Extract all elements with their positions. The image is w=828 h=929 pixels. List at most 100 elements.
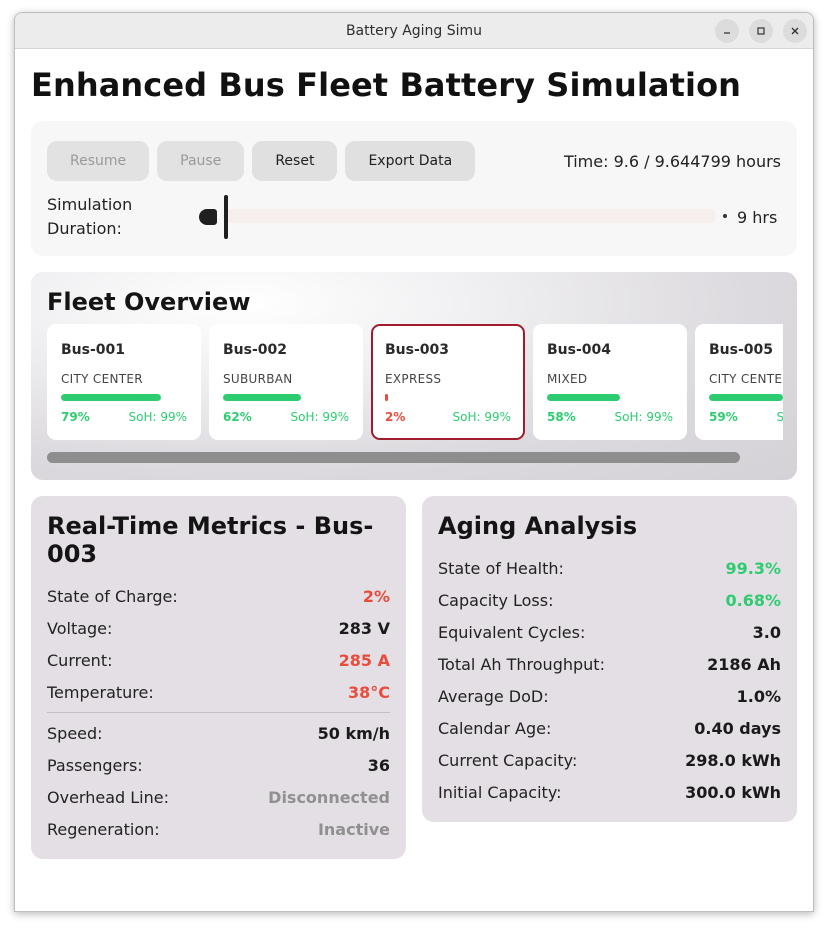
metric-label: Temperature: bbox=[47, 682, 154, 702]
metric-label: Total Ah Throughput: bbox=[438, 654, 605, 674]
metric-row: Passengers: 36 bbox=[47, 749, 390, 781]
duration-slider[interactable] bbox=[197, 195, 727, 239]
metric-value: 300.0 kWh bbox=[685, 782, 781, 802]
metric-value: Inactive bbox=[317, 819, 390, 839]
fleet-scrollbar[interactable] bbox=[47, 452, 740, 463]
metric-value: 2% bbox=[362, 586, 390, 606]
metric-value: 0.68% bbox=[725, 590, 781, 610]
metric-label: Current Capacity: bbox=[438, 750, 578, 770]
minimize-icon bbox=[724, 32, 730, 34]
real-time-metrics-panel: Real-Time Metrics - Bus-003 State of Cha… bbox=[31, 496, 406, 859]
aging-analysis-panel: Aging Analysis State of Health: 99.3% Capa… bbox=[422, 496, 797, 822]
bus-soc: 62% bbox=[223, 410, 252, 424]
bus-card[interactable]: Bus-001 CITY CENTER 79% SoH: 99% bbox=[47, 324, 201, 440]
export-data-button[interactable]: Export Data bbox=[345, 141, 476, 181]
metric-value: Disconnected bbox=[268, 787, 390, 807]
metric-value: 36 bbox=[367, 755, 390, 775]
metrics-divider bbox=[47, 712, 390, 713]
metric-value: 50 km/h bbox=[317, 723, 390, 743]
app-window: Battery Aging Simu Enhanced Bus Fleet Ba… bbox=[14, 12, 814, 912]
reset-button[interactable]: Reset bbox=[252, 141, 338, 181]
bus-route: CITY CENTER bbox=[61, 372, 143, 386]
metric-row: Calendar Age: 0.40 days bbox=[438, 712, 781, 744]
bus-soh: SoH: 99% bbox=[128, 410, 187, 424]
page-title: Enhanced Bus Fleet Battery Simulation bbox=[31, 66, 742, 104]
metric-row: Current: 285 A bbox=[47, 644, 390, 676]
bus-soc: 79% bbox=[61, 410, 90, 424]
resume-button[interactable]: Resume bbox=[47, 141, 150, 181]
bus-soc: 58% bbox=[547, 410, 576, 424]
bus-name: Bus-002 bbox=[223, 342, 288, 358]
aging-rows: State of Health: 99.3% Capacity Loss: 0.68%… bbox=[438, 552, 781, 808]
minimize-button[interactable] bbox=[715, 19, 739, 43]
slider-track[interactable] bbox=[225, 209, 715, 223]
bus-soc: 2% bbox=[385, 410, 406, 424]
bus-route: SUBURBAN bbox=[223, 372, 293, 386]
metric-row: State of Health: 99.3% bbox=[438, 552, 781, 584]
soc-bar-fill bbox=[547, 394, 621, 401]
bus-card[interactable]: Bus-004 MIXED 58% SoH: 99% bbox=[533, 324, 687, 440]
metric-value: 285 A bbox=[338, 650, 390, 670]
metric-value: 3.0 bbox=[752, 622, 781, 642]
metric-row: Voltage: 283 V bbox=[47, 612, 390, 644]
time-readout: Time: 9.6 / 9.644799 hours bbox=[563, 151, 781, 171]
bus-card-footer: 59% SoH: 99% bbox=[709, 410, 783, 424]
metric-label: Passengers: bbox=[47, 755, 143, 775]
maximize-icon bbox=[757, 27, 765, 35]
metric-row: Temperature: 38°C bbox=[47, 676, 390, 708]
soc-bar-fill bbox=[709, 394, 783, 401]
metric-value: 298.0 kWh bbox=[685, 750, 781, 770]
metric-row: Regeneration: Inactive bbox=[47, 813, 390, 845]
aging-title: Aging Analysis bbox=[438, 512, 638, 540]
bus-name: Bus-005 bbox=[709, 342, 774, 358]
metric-label: Average DoD: bbox=[438, 686, 549, 706]
soc-bar-fill bbox=[61, 394, 161, 401]
metric-value: 283 V bbox=[338, 618, 390, 638]
metric-row: Total Ah Throughput: 2186 Ah bbox=[438, 648, 781, 680]
fleet-overview: Fleet Overview Bus-001 CITY CENTER 79% SoH:… bbox=[31, 272, 797, 480]
metric-value: 38°C bbox=[347, 682, 390, 702]
metric-row: Capacity Loss: 0.68% bbox=[438, 584, 781, 616]
window-title: Battery Aging Simu bbox=[345, 22, 483, 39]
pause-button[interactable]: Pause bbox=[157, 141, 245, 181]
bus-card[interactable]: Bus-003 EXPRESS 2% SoH: 99% bbox=[371, 324, 525, 440]
metric-label: Current: bbox=[47, 650, 113, 670]
metric-row: State of Charge: 2% bbox=[47, 580, 390, 612]
fleet-title: Fleet Overview bbox=[47, 288, 251, 316]
soc-bar bbox=[61, 394, 187, 401]
metric-label: Overhead Line: bbox=[47, 787, 169, 807]
metric-label: Capacity Loss: bbox=[438, 590, 554, 610]
bus-soh: SoH: 99% bbox=[452, 410, 511, 424]
duration-row: Simulation Duration: 9 hrs bbox=[47, 193, 781, 241]
metric-value: 2186 Ah bbox=[707, 654, 781, 674]
maximize-button[interactable] bbox=[749, 19, 773, 43]
bus-card[interactable]: Bus-005 CITY CENTER 59% SoH: 99% bbox=[695, 324, 783, 440]
soc-bar bbox=[223, 394, 349, 401]
metric-label: Initial Capacity: bbox=[438, 782, 562, 802]
bus-card-footer: 58% SoH: 99% bbox=[547, 410, 673, 424]
fleet-cards: Bus-001 CITY CENTER 79% SoH: 99% Bus-002 SUBU… bbox=[47, 324, 783, 440]
soc-bar bbox=[547, 394, 673, 401]
metric-label: Calendar Age: bbox=[438, 718, 552, 738]
slider-handle[interactable] bbox=[224, 195, 228, 239]
fleet-cards-viewport: Bus-001 CITY CENTER 79% SoH: 99% Bus-002 SUBU… bbox=[47, 324, 783, 440]
simulation-controls: Resume Pause Reset Export Data Time: 9.6… bbox=[31, 121, 797, 256]
metric-label: Voltage: bbox=[47, 618, 113, 638]
bus-card-footer: 2% SoH: 99% bbox=[385, 410, 511, 424]
metric-label: State of Charge: bbox=[47, 586, 178, 606]
bus-route: MIXED bbox=[547, 372, 588, 386]
metric-row: Current Capacity: 298.0 kWh bbox=[438, 744, 781, 776]
slider-end-dot bbox=[723, 214, 727, 218]
metric-row: Speed: 50 km/h bbox=[47, 717, 390, 749]
metric-label: Equivalent Cycles: bbox=[438, 622, 586, 642]
duration-value: 9 hrs bbox=[737, 207, 778, 227]
bus-card-footer: 79% SoH: 99% bbox=[61, 410, 187, 424]
close-button[interactable] bbox=[783, 19, 807, 43]
title-bar[interactable]: Battery Aging Simu bbox=[15, 13, 813, 49]
metrics-title: Real-Time Metrics - Bus-003 bbox=[47, 512, 374, 568]
soc-bar-fill bbox=[385, 394, 388, 401]
metric-value: 1.0% bbox=[736, 686, 781, 706]
bus-soh: SoH: 99% bbox=[776, 410, 783, 424]
bus-card[interactable]: Bus-002 SUBURBAN 62% SoH: 99% bbox=[209, 324, 363, 440]
metric-value: 99.3% bbox=[725, 558, 781, 578]
